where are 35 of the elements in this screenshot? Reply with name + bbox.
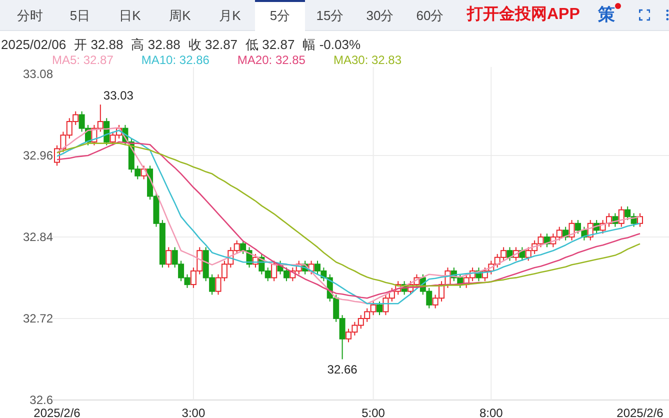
quote-field: 高 32.88 <box>131 36 180 53</box>
axis-label: 2025/2/6 <box>616 406 664 418</box>
tab[interactable]: 分时 <box>5 0 55 30</box>
moving-average-legend: MA30: 32.83 <box>333 53 402 67</box>
quote-field: 低 32.87 <box>246 36 295 53</box>
quote-field: 开 32.88 <box>74 36 124 53</box>
quote-field: 收 32.87 <box>188 36 238 53</box>
axis-label: 8:00 <box>479 406 503 418</box>
tab[interactable]: 60分 <box>405 0 455 30</box>
tab[interactable]: 5日 <box>55 0 105 30</box>
axis-label: 32.6 <box>30 393 53 407</box>
price-annotation: 33.03 <box>103 88 134 103</box>
axis-label: 5:00 <box>362 406 385 418</box>
quote-date: 2025/02/06 <box>1 36 66 53</box>
axis-label: 32.96 <box>22 148 53 162</box>
axis-label: 32.84 <box>22 230 53 244</box>
more-menu-icon[interactable] <box>666 7 669 23</box>
price-annotation: 32.66 <box>327 362 358 376</box>
tab[interactable]: 30分 <box>355 0 405 30</box>
quote-field: 幅 -0.03% <box>302 36 361 53</box>
axis-label: 32.72 <box>22 312 53 326</box>
moving-average-legend: MA20: 32.85 <box>237 53 306 67</box>
app-download-link[interactable]: 打开金投网APP <box>467 3 580 27</box>
tab[interactable]: 日K <box>105 0 155 30</box>
fullscreen-icon[interactable] <box>638 7 650 23</box>
tab[interactable]: 15分 <box>305 0 355 30</box>
tab[interactable]: 周K <box>155 0 205 30</box>
moving-average-legend: MA10: 32.86 <box>141 53 210 67</box>
strategy-button[interactable]: 策 <box>596 2 617 28</box>
axis-label: 33.08 <box>22 67 53 81</box>
tab[interactable]: 月K <box>205 0 255 30</box>
axis-label: 3:00 <box>182 406 206 418</box>
moving-average-legend: MA5: 32.87 <box>52 53 114 67</box>
tab[interactable]: 5分 <box>255 0 305 30</box>
axis-label: 2025/2/6 <box>34 406 80 418</box>
